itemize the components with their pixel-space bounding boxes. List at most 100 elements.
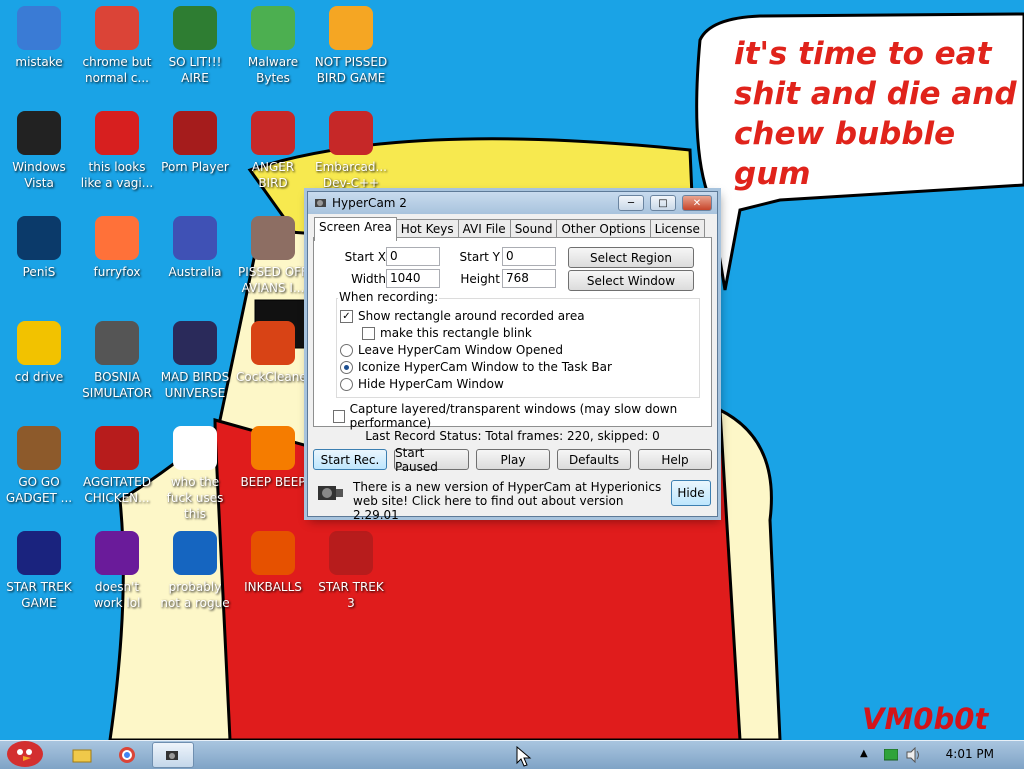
desktop-icon[interactable]: PeniS bbox=[0, 210, 78, 310]
maximize-button[interactable]: □ bbox=[650, 195, 676, 211]
desktop-icon-label: BOSNIA SIMULATOR bbox=[82, 370, 152, 400]
desktop-icon[interactable]: chrome but normal c... bbox=[78, 0, 156, 100]
show-rectangle-checkbox[interactable]: ✓ Show rectangle around recorded area bbox=[340, 309, 585, 323]
desktop-icon-label: PISSED OFF AVIANS I... bbox=[238, 265, 308, 295]
desktop-icon[interactable]: BEEP BEEP bbox=[234, 420, 312, 520]
angry-birds-seasons-icon bbox=[251, 216, 295, 260]
desktop-icon[interactable]: doesn't work lol bbox=[78, 525, 156, 625]
select-window-button[interactable]: Select Window bbox=[568, 270, 694, 291]
desktop-icon[interactable]: CockCleaner bbox=[234, 315, 312, 415]
minimize-icon: ─ bbox=[627, 197, 635, 209]
play-button[interactable]: Play bbox=[476, 449, 550, 470]
minimize-button[interactable]: ─ bbox=[618, 195, 644, 211]
show-hidden-icons-icon[interactable]: ▲ bbox=[860, 748, 868, 759]
capture-layered-checkbox[interactable]: Capture layered/transparent windows (may… bbox=[333, 402, 711, 430]
angry-birds-icon bbox=[95, 426, 139, 470]
desktop-icon[interactable]: this looks like a vagi... bbox=[78, 105, 156, 205]
height-label: Height bbox=[460, 272, 500, 286]
desktop-icon[interactable]: SO LIT!!! AIRE bbox=[156, 0, 234, 100]
desktop-icon[interactable]: PISSED OFF AVIANS I... bbox=[234, 210, 312, 310]
spider-icon bbox=[173, 216, 217, 260]
solitaire-icon bbox=[173, 6, 217, 50]
taskbar-hypercam-button[interactable] bbox=[152, 742, 194, 768]
update-link[interactable]: There is a new version of HyperCam at Hy… bbox=[353, 480, 671, 522]
taskbar-clock[interactable]: 4:01 PM bbox=[946, 747, 994, 761]
desktop-icon[interactable]: MAD BIRDS UNIVERSE bbox=[156, 315, 234, 415]
desktop-icon-label: Embarcad... Dev-C++ bbox=[315, 160, 387, 190]
tab-screen-area[interactable]: Screen Area bbox=[314, 217, 397, 241]
desktop-icon[interactable]: who the fuck uses this bbox=[156, 420, 234, 521]
desktop-icon[interactable]: BOSNIA SIMULATOR bbox=[78, 315, 156, 415]
green-pig-icon bbox=[329, 6, 373, 50]
desktop-icon[interactable]: probably not a rogue bbox=[156, 525, 234, 625]
height-field[interactable]: 768 bbox=[502, 269, 556, 288]
flash-icon bbox=[173, 111, 217, 155]
briefcase-icon bbox=[17, 426, 61, 470]
desktop-icon[interactable]: Embarcad... Dev-C++ bbox=[312, 105, 390, 205]
start-paused-button[interactable]: Start Paused bbox=[394, 446, 469, 474]
desktop-icon[interactable]: cd drive bbox=[0, 315, 78, 415]
leave-opened-radio[interactable]: Leave HyperCam Window Opened bbox=[340, 343, 563, 357]
desktop-icon[interactable]: mistake bbox=[0, 0, 78, 100]
desktop-icon-label: PeniS bbox=[22, 265, 56, 279]
start-x-field[interactable]: 0 bbox=[386, 247, 440, 266]
speech-bubble-text: it's time to eat shit and die and chew b… bbox=[734, 36, 1017, 192]
desktop-icon[interactable]: Australia bbox=[156, 210, 234, 310]
artist-signature: VM0b0t bbox=[862, 702, 989, 736]
desktop-icon[interactable]: AGGITATED CHICKEN... bbox=[78, 420, 156, 520]
yahoo-icon bbox=[95, 531, 139, 575]
width-field[interactable]: 1040 bbox=[386, 269, 440, 288]
camera-icon bbox=[318, 486, 343, 500]
star-wars-birds-2-icon bbox=[329, 531, 373, 575]
defaults-button[interactable]: Defaults bbox=[557, 449, 631, 470]
taskbar-explorer-button[interactable] bbox=[62, 742, 102, 768]
desktop-icon-label: cd drive bbox=[14, 370, 64, 384]
recycle-bin-icon bbox=[17, 111, 61, 155]
desktop-icon-label: MAD BIRDS UNIVERSE bbox=[160, 370, 230, 400]
radio-icon bbox=[340, 343, 353, 357]
close-button[interactable]: ✕ bbox=[682, 195, 712, 211]
desktop-icon[interactable]: GO GO GADGET ... bbox=[0, 420, 78, 520]
hide-window-radio[interactable]: Hide HyperCam Window bbox=[340, 377, 504, 391]
desktop-icon[interactable]: furryfox bbox=[78, 210, 156, 310]
start-rec-button[interactable]: Start Rec. bbox=[313, 449, 387, 470]
select-region-button[interactable]: Select Region bbox=[568, 247, 694, 268]
desktop-icon-label: Windows Vista bbox=[12, 160, 66, 190]
hide-window-label: Hide HyperCam Window bbox=[358, 377, 504, 391]
volume-icon[interactable] bbox=[906, 747, 922, 763]
start-x-label: Start X bbox=[344, 250, 386, 264]
taskbar-chrome-button[interactable] bbox=[107, 742, 147, 768]
start-y-field[interactable]: 0 bbox=[502, 247, 556, 266]
desktop-icon-label: who the fuck uses this bbox=[166, 475, 224, 521]
desktop-icon-label: doesn't work lol bbox=[93, 580, 141, 610]
desktop-icon-label: chrome but normal c... bbox=[82, 55, 152, 85]
last-record-status: Last Record Status: Total frames: 220, s… bbox=[365, 429, 660, 443]
angry-bird-start-icon bbox=[7, 741, 43, 767]
desktop-icon-label: GO GO GADGET ... bbox=[5, 475, 73, 505]
desktop-icon[interactable]: STAR TREK 3 bbox=[312, 525, 390, 625]
desktop-icon[interactable]: Malware Bytes bbox=[234, 0, 312, 100]
desktop-icon-label: INKBALLS bbox=[244, 580, 302, 594]
iconize-radio[interactable]: Iconize HyperCam Window to the Task Bar bbox=[340, 360, 612, 374]
desktop-icon[interactable]: INKBALLS bbox=[234, 525, 312, 625]
desktop-icon[interactable]: STAR TREK GAME bbox=[0, 525, 78, 625]
star-wars-birds-icon bbox=[17, 531, 61, 575]
help-button[interactable]: Help bbox=[638, 449, 712, 470]
blink-rectangle-label: make this rectangle blink bbox=[380, 326, 532, 340]
start-button[interactable] bbox=[2, 733, 48, 769]
desktop-icon[interactable]: Windows Vista bbox=[0, 105, 78, 205]
folder-icon bbox=[72, 749, 92, 763]
lightning-icon bbox=[173, 426, 217, 470]
empty-checkbox-icon bbox=[362, 326, 375, 340]
vlc-icon bbox=[251, 426, 295, 470]
network-icon[interactable] bbox=[884, 749, 898, 761]
desktop-icon[interactable]: NOT PISSED BIRD GAME bbox=[312, 0, 390, 100]
blink-rectangle-checkbox[interactable]: make this rectangle blink bbox=[362, 326, 532, 340]
desktop-icon[interactable]: ANGER BIRD bbox=[234, 105, 312, 205]
desktop-icon-label: BEEP BEEP bbox=[240, 475, 306, 489]
title-bar[interactable]: HyperCam 2 ─ □ ✕ bbox=[308, 192, 717, 214]
hide-button[interactable]: Hide bbox=[671, 480, 711, 506]
desktop-icon[interactable]: Porn Player bbox=[156, 105, 234, 205]
chrome-icon bbox=[95, 6, 139, 50]
width-label: Width bbox=[351, 272, 386, 286]
